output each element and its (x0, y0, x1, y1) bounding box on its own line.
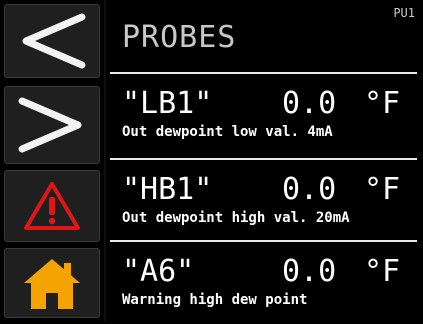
home-button[interactable] (4, 248, 100, 318)
rail-divider (104, 0, 106, 321)
back-button[interactable] (4, 4, 100, 78)
home-icon (24, 259, 80, 309)
probe-description: Warning high dew point (122, 292, 308, 308)
probe-value: 0.0 (282, 254, 337, 289)
warning-icon (24, 182, 80, 230)
probe-unit: °F (364, 86, 401, 121)
probe-unit: °F (364, 172, 401, 207)
divider (110, 158, 417, 160)
page-title: PROBES (122, 20, 237, 55)
probe-name: "HB1" (122, 172, 213, 207)
probe-unit: °F (364, 254, 401, 289)
probe-description: Out dewpoint high val. 20mA (122, 210, 350, 226)
probe-row[interactable]: "HB1" 0.0 °F Out dewpoint high val. 20mA (112, 162, 417, 242)
chevron-right-icon (18, 97, 82, 153)
probe-description: Out dewpoint low val. 4mA (122, 124, 333, 140)
probe-row[interactable]: "A6" 0.0 °F Warning high dew point (112, 244, 417, 324)
probe-value: 0.0 (282, 172, 337, 207)
unit-id-label: PU1 (393, 6, 415, 20)
probe-name: "A6" (122, 254, 195, 289)
nav-rail (0, 0, 104, 321)
divider (110, 240, 417, 242)
probe-row[interactable]: "LB1" 0.0 °F Out dewpoint low val. 4mA (112, 76, 417, 156)
next-button[interactable] (4, 86, 100, 164)
chevron-left-icon (22, 13, 86, 69)
alarm-button[interactable] (4, 170, 100, 242)
probe-value: 0.0 (282, 86, 337, 121)
probe-name: "LB1" (122, 86, 213, 121)
divider (110, 72, 417, 74)
